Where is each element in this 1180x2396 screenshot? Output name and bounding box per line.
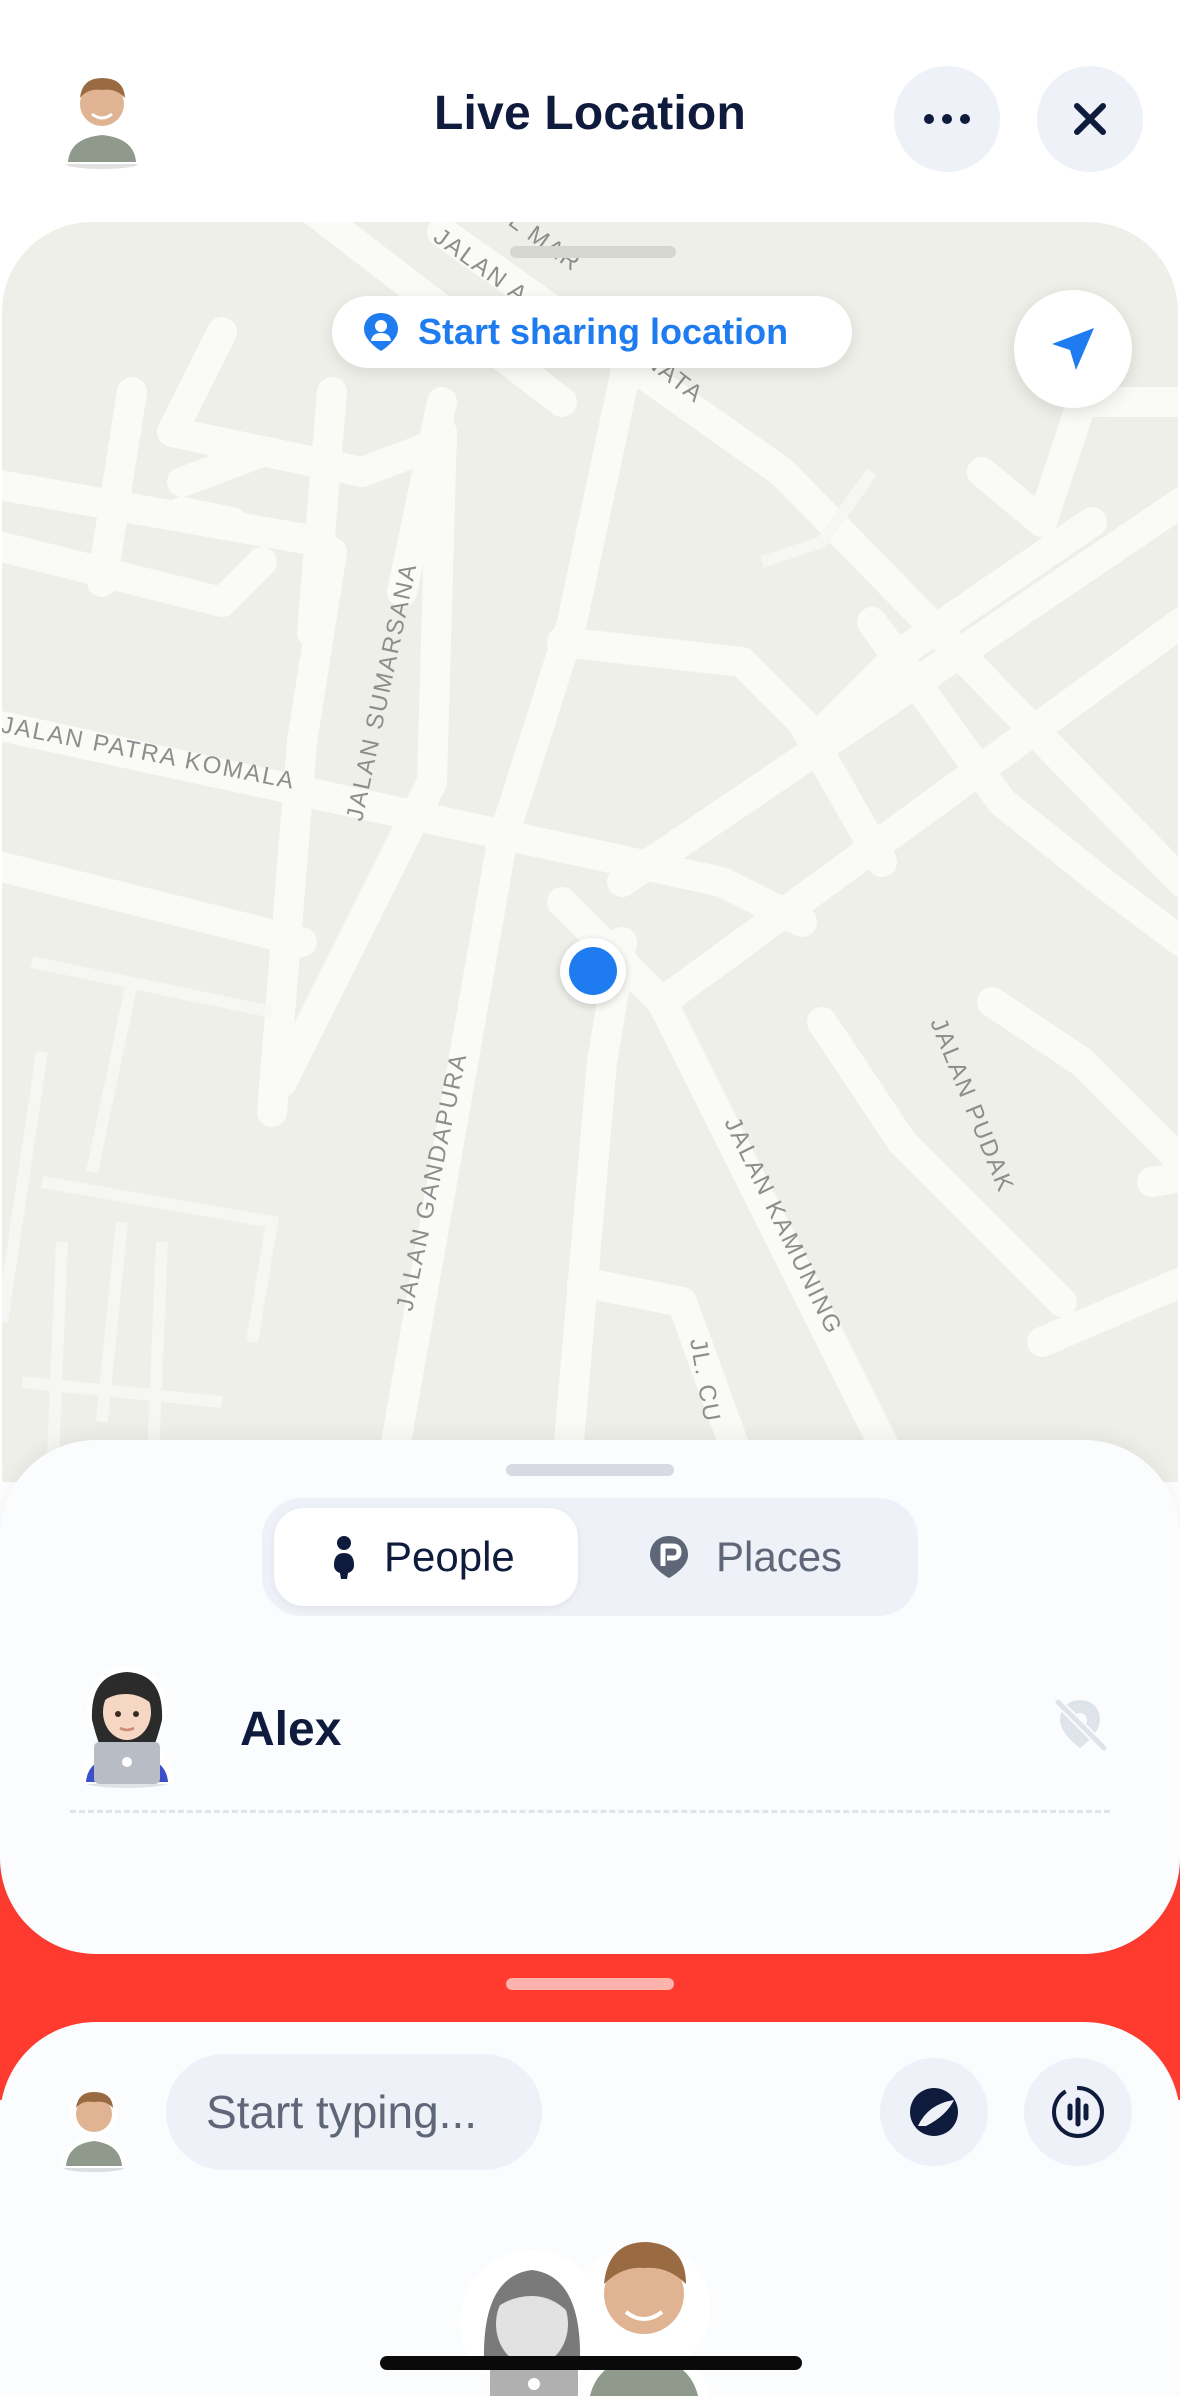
people-sheet: People Places Alex: [0, 1440, 1180, 1954]
street-label-sumarsana: JALAN SUMARSANA: [341, 560, 422, 823]
tab-people-label: People: [384, 1533, 515, 1580]
person-list-item[interactable]: Alex: [70, 1660, 1110, 1796]
sketch-button[interactable]: [880, 2058, 988, 2166]
sketch-icon: [910, 2088, 958, 2136]
share-location-label: Start sharing location: [418, 311, 789, 352]
street-label-cu: JL. CU: [684, 1336, 725, 1425]
voice-icon: [1052, 2086, 1104, 2138]
map-drag-handle[interactable]: [510, 246, 676, 258]
place-pin-icon: [650, 1536, 688, 1578]
voice-button[interactable]: [1024, 2058, 1132, 2166]
message-input[interactable]: Start typing...: [166, 2054, 542, 2170]
ellipsis-icon: [924, 114, 970, 124]
header: Live Location: [0, 0, 1180, 220]
person-icon: [334, 1536, 354, 1579]
location-arrow-icon: [1052, 328, 1094, 370]
tab-people[interactable]: People: [274, 1508, 578, 1606]
current-location-marker: [560, 938, 626, 1004]
street-label-patra-komala: JALAN PATRA KOMALA: [2, 711, 298, 795]
close-icon: [1074, 103, 1106, 135]
my-location-button[interactable]: [1014, 290, 1132, 408]
compose-bar: Start typing...: [0, 2022, 1180, 2396]
person-pin-icon: [364, 313, 398, 351]
location-hidden-icon: [1048, 1692, 1112, 1761]
start-sharing-location-button[interactable]: Start sharing location: [332, 296, 852, 368]
sheet-drag-handle[interactable]: [506, 1464, 674, 1476]
segmented-control: People Places: [262, 1498, 918, 1616]
woman-laptop-avatar: [74, 1660, 180, 1790]
home-indicator: [380, 2356, 802, 2370]
street-label-kamuning: JALAN KAMUNING: [719, 1113, 848, 1339]
tab-places[interactable]: Places: [602, 1508, 902, 1606]
person-name: Alex: [240, 1703, 342, 1756]
map-view[interactable]: JALAN PATRA KOMALA JALAN SUMARSANA JALAN…: [2, 222, 1178, 1482]
page-title: Live Location: [434, 87, 746, 140]
my-avatar[interactable]: [56, 2078, 132, 2174]
tab-places-label: Places: [716, 1533, 843, 1580]
more-options-button[interactable]: [894, 66, 1000, 172]
close-button[interactable]: [1037, 66, 1143, 172]
compose-drag-handle[interactable]: [506, 1978, 674, 1990]
row-divider: [70, 1810, 1110, 1813]
street-layer: JALAN PATRA KOMALA JALAN SUMARSANA JALAN…: [2, 222, 1178, 1482]
